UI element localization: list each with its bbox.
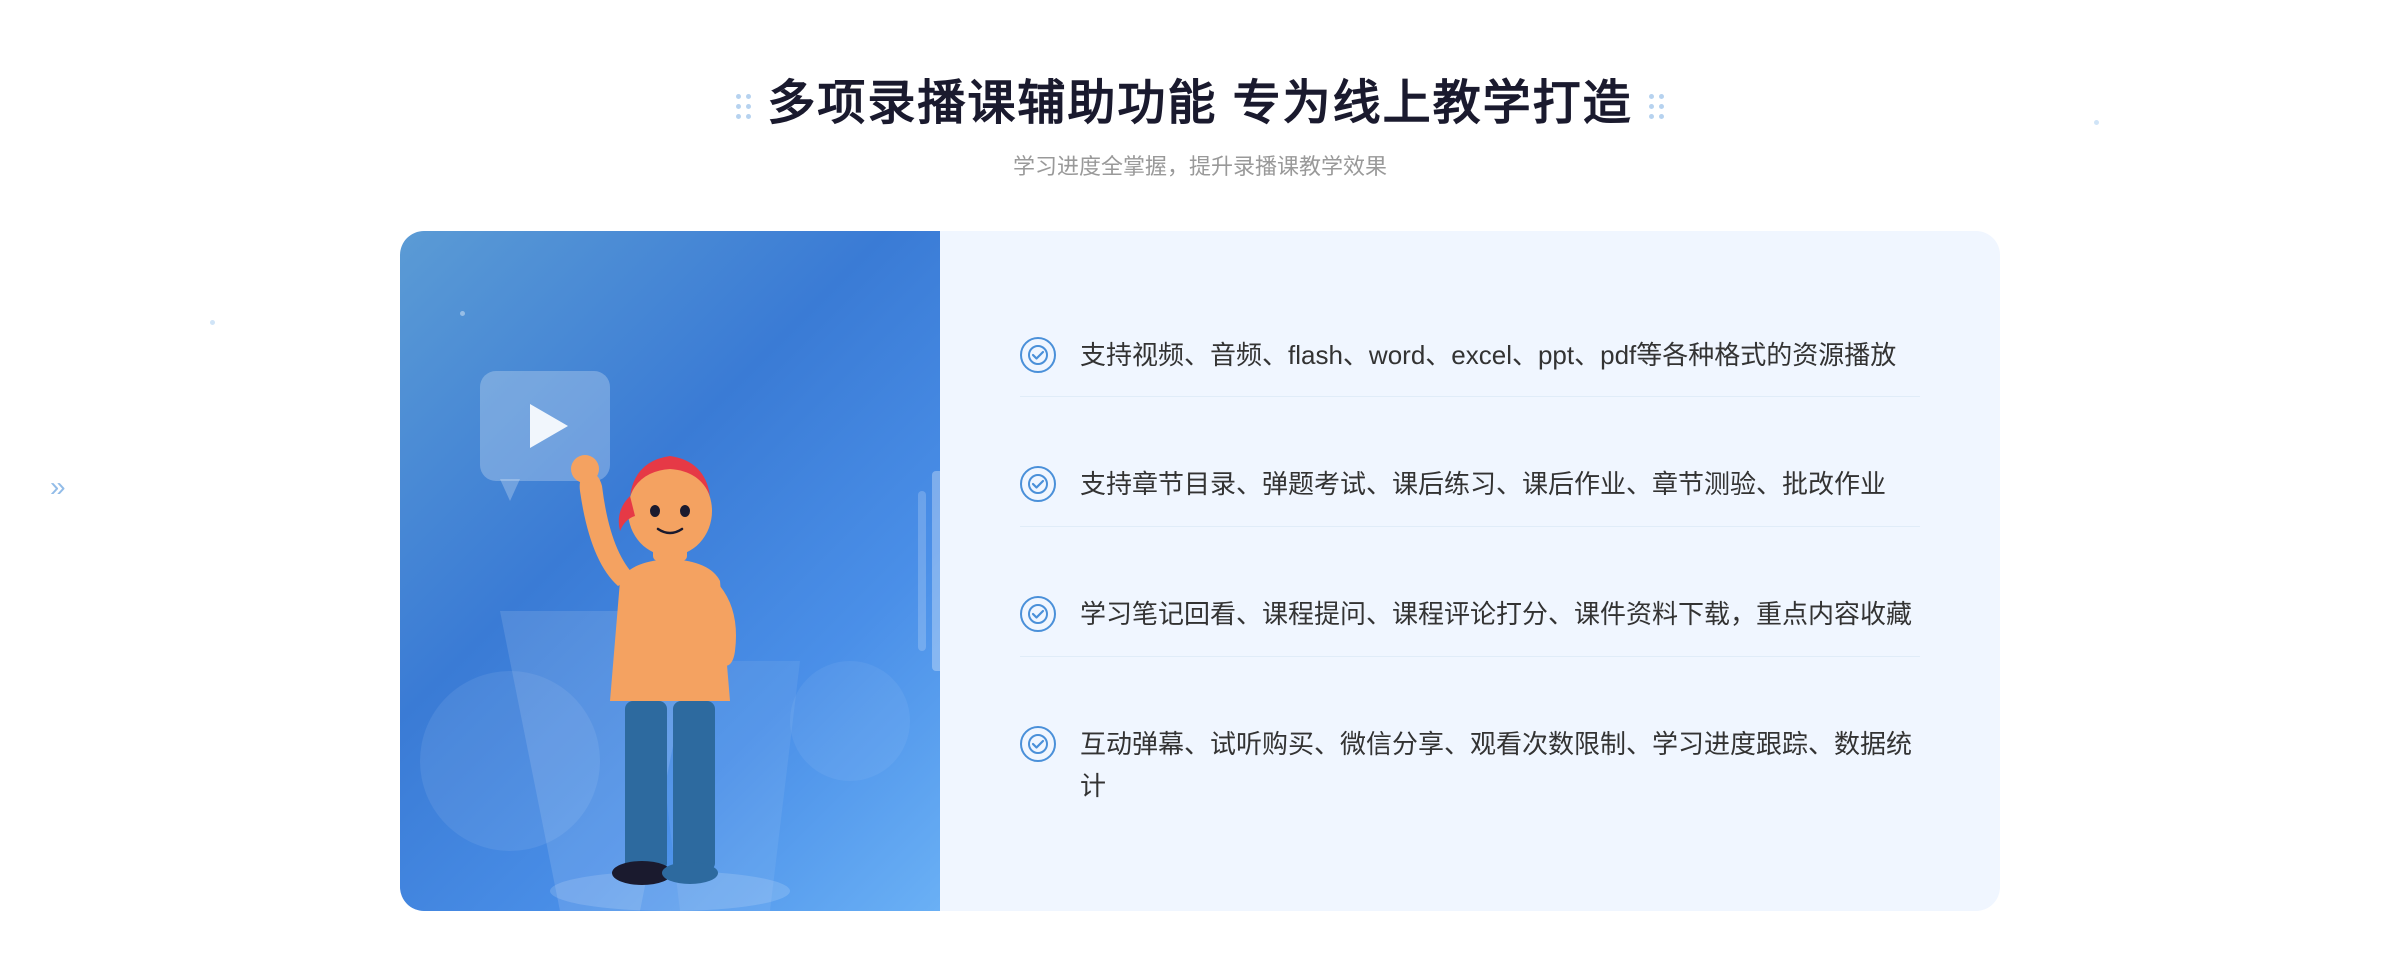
feature-text-2: 支持章节目录、弹题考试、课后练习、课后作业、章节测验、批改作业 xyxy=(1080,464,1886,506)
feature-text-4: 互动弹幕、试听购买、微信分享、观看次数限制、学习进度跟踪、数据统计 xyxy=(1080,724,1920,807)
checkmark-svg-3 xyxy=(1028,604,1048,624)
illus-stripe-1 xyxy=(932,471,940,671)
illus-dots: for(let i=0;i<30;i++) document.currentSc… xyxy=(460,311,530,368)
features-panel: 支持视频、音频、flash、word、excel、ppt、pdf等各种格式的资源… xyxy=(940,231,2000,911)
feature-item-3: 学习笔记回看、课程提问、课程评论打分、课件资料下载，重点内容收藏 xyxy=(1020,574,1920,657)
content-area: for(let i=0;i<30;i++) document.currentSc… xyxy=(400,231,2000,911)
checkmark-svg-2 xyxy=(1028,474,1048,494)
page-subtitle: 学习进度全掌握，提升录播课教学效果 xyxy=(736,149,1663,181)
header-section: 多项录播课辅助功能 专为线上教学打造 学习进度全掌握，提升录播课教学效果 xyxy=(736,63,1663,181)
page-title: 多项录播课辅助功能 专为线上教学打造 xyxy=(767,63,1632,133)
illus-stripe-2 xyxy=(918,491,926,651)
check-icon-3 xyxy=(1020,596,1056,632)
dot-pattern-left: for(let i=0;i<64;i++) document.currentSc… xyxy=(210,320,306,416)
feature-item-1: 支持视频、音频、flash、word、excel、ppt、pdf等各种格式的资源… xyxy=(1020,315,1920,398)
left-navigation-arrows[interactable]: » xyxy=(50,471,66,503)
checkmark-svg-1 xyxy=(1028,345,1048,365)
checkmark-svg-4 xyxy=(1028,734,1048,754)
title-dots-right xyxy=(1649,94,1664,119)
feature-item-4: 互动弹幕、试听购买、微信分享、观看次数限制、学习进度跟踪、数据统计 xyxy=(1020,704,1920,827)
check-icon-4 xyxy=(1020,726,1056,762)
feature-text-3: 学习笔记回看、课程提问、课程评论打分、课件资料下载，重点内容收藏 xyxy=(1080,594,1912,636)
check-icon-2 xyxy=(1020,466,1056,502)
page-container: for(let i=0;i<64;i++) document.currentSc… xyxy=(0,0,2400,974)
illustration-container: for(let i=0;i<30;i++) document.currentSc… xyxy=(400,231,940,911)
check-icon-1 xyxy=(1020,337,1056,373)
title-decoration: 多项录播课辅助功能 专为线上教学打造 xyxy=(736,63,1663,149)
chevron-right-icon: » xyxy=(50,471,66,503)
dot-pattern-right: for(let i=0;i<48;i++) document.currentSc… xyxy=(2094,120,2190,190)
feature-item-2: 支持章节目录、弹题考试、课后练习、课后作业、章节测验、批改作业 xyxy=(1020,444,1920,527)
feature-text-1: 支持视频、音频、flash、word、excel、ppt、pdf等各种格式的资源… xyxy=(1080,335,1896,377)
person-figure xyxy=(530,411,810,911)
title-dots-left xyxy=(736,94,751,119)
